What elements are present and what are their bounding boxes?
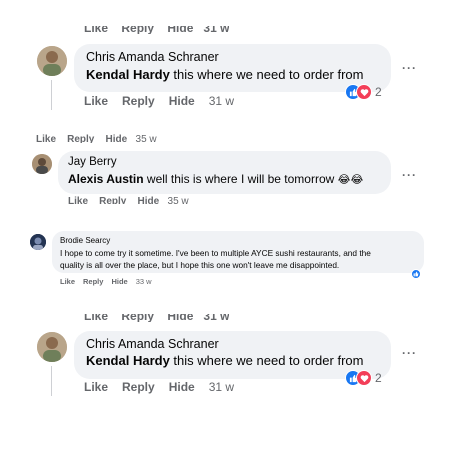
reaction-count: 2: [375, 85, 382, 99]
comment-text: Kendal Hardy this where we need to order…: [86, 353, 363, 368]
avatar-image: [37, 46, 67, 76]
timestamp: 31 w: [203, 314, 230, 322]
hide-link[interactable]: Hide: [167, 26, 193, 34]
mention-link[interactable]: Kendal Hardy: [86, 353, 170, 368]
comment-actions: Like Reply Hide 31 w: [84, 94, 248, 108]
timestamp: 33 w: [135, 277, 152, 286]
comment-author[interactable]: Chris Amanda Schraner: [86, 337, 219, 351]
thread-line: [51, 80, 52, 110]
comment-line-1: I hope to come try it sometime. I've bee…: [60, 248, 371, 258]
avatar[interactable]: [30, 234, 46, 250]
reactions[interactable]: 2: [345, 370, 382, 386]
mention-link[interactable]: Kendal Hardy: [86, 67, 170, 82]
reply-link[interactable]: Reply: [122, 94, 155, 108]
hide-link[interactable]: Hide: [138, 196, 160, 204]
like-link[interactable]: Like: [68, 196, 88, 204]
reply-link[interactable]: Reply: [83, 277, 103, 286]
cut-actions: Like Reply Hide 35 w: [36, 134, 157, 143]
comment-body: well this is where I will be tomorrow: [143, 172, 335, 186]
comment-text: Alexis Austin well this is where I will …: [68, 172, 363, 186]
avatar-image: [37, 332, 67, 362]
timestamp: 35 w: [167, 196, 189, 204]
comment-body: this where we need to order from: [169, 353, 364, 368]
reply-link[interactable]: Reply: [121, 26, 154, 34]
thumbs-up-icon: [411, 269, 421, 279]
hide-link[interactable]: Hide: [169, 380, 195, 394]
comment-text: Kendal Hardy this where we need to order…: [86, 67, 363, 82]
reactions[interactable]: [411, 269, 421, 279]
like-link[interactable]: Like: [84, 94, 108, 108]
more-icon[interactable]: ···: [402, 168, 417, 182]
avatar-image: [30, 234, 46, 250]
like-link[interactable]: Like: [84, 380, 108, 394]
avatar[interactable]: [37, 332, 67, 362]
thread-line: [51, 366, 52, 396]
comment-actions: Like Reply Hide 31 w: [84, 380, 248, 394]
hide-link[interactable]: Hide: [167, 314, 193, 322]
heart-icon: [356, 370, 372, 386]
like-link[interactable]: Like: [84, 314, 108, 322]
like-link[interactable]: Like: [60, 277, 75, 286]
reply-link[interactable]: Reply: [122, 380, 155, 394]
reply-link[interactable]: Reply: [99, 196, 126, 204]
comment-body: this where we need to order from: [169, 67, 364, 82]
reactions[interactable]: 2: [345, 84, 382, 100]
hide-link[interactable]: Hide: [106, 134, 128, 143]
more-icon[interactable]: ···: [402, 61, 417, 75]
timestamp: 31 w: [203, 26, 230, 34]
reply-link[interactable]: Reply: [121, 314, 154, 322]
comment-line-2: quality is all over the place, but I hop…: [60, 260, 340, 270]
comment-author[interactable]: Chris Amanda Schraner: [86, 50, 219, 64]
reply-link[interactable]: Reply: [67, 134, 94, 143]
hide-link[interactable]: Hide: [169, 94, 195, 108]
timestamp: 31 w: [208, 94, 235, 108]
emoji: 😂😂: [337, 174, 364, 186]
comment-author[interactable]: Brodie Searcy: [60, 236, 110, 245]
comment-actions: Like Reply Hide 35 w: [68, 196, 189, 204]
timestamp: 31 w: [208, 380, 235, 394]
hide-link[interactable]: Hide: [111, 277, 127, 286]
like-link[interactable]: Like: [84, 26, 108, 34]
comment-author[interactable]: Jay Berry: [68, 156, 117, 168]
reaction-count: 2: [375, 371, 382, 385]
like-link[interactable]: Like: [36, 134, 56, 143]
mention-link[interactable]: Alexis Austin: [68, 172, 144, 186]
comment-actions: Like Reply Hide 33 w: [60, 277, 166, 286]
cut-actions-top: Like Reply Hide 31 w: [84, 26, 229, 34]
more-icon[interactable]: ···: [402, 346, 417, 360]
avatar-image: [32, 154, 52, 174]
avatar[interactable]: [37, 46, 67, 76]
avatar[interactable]: [32, 154, 52, 174]
cut-actions: Like Reply Hide 31 w: [84, 314, 229, 322]
heart-icon: [356, 84, 372, 100]
timestamp: 35 w: [135, 134, 157, 143]
